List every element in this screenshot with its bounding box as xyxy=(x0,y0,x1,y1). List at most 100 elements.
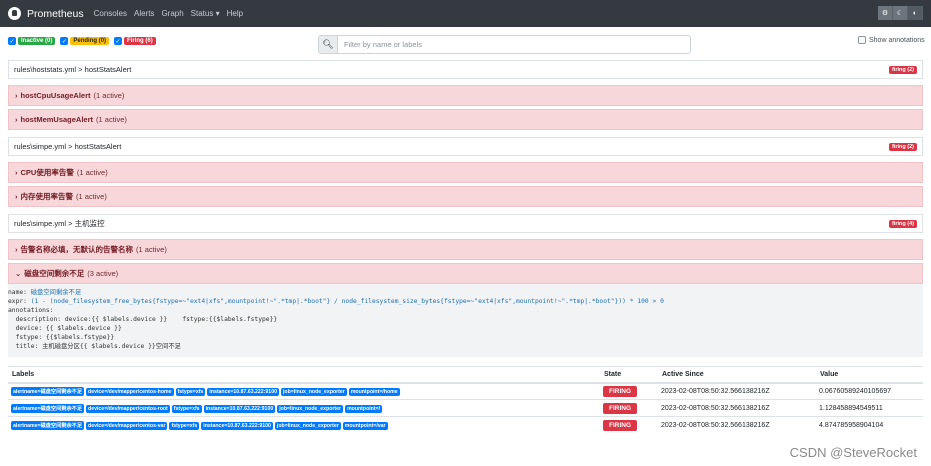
label-badge: job=linux_node_exporter xyxy=(274,421,341,430)
group-firing-badge: firing (2) xyxy=(889,65,917,74)
rule-expr-line: expr: (1 - (node_filesystem_free_bytes{f… xyxy=(8,298,664,305)
label-badge: device=/dev/mapper/centos-root xyxy=(86,404,170,413)
state-filters: ✓ Inactive (0) ✓ Pending (0) ✓ Firing (6… xyxy=(8,37,161,45)
rule-group-header: rules\simpe.yml > hostStatsAlert firing … xyxy=(8,137,923,156)
label-badge: instance=10.87.63.222:9100 xyxy=(203,404,276,413)
alert-rule-row[interactable]: › 内存使用率告警 (1 active) xyxy=(8,186,923,207)
alert-rule-name: 告警名称必填，无默认的告警名称 xyxy=(20,245,134,254)
value-cell: 0.06760589240105697 xyxy=(816,382,923,400)
show-annotations-checkbox[interactable] xyxy=(858,36,866,44)
pending-badge: Pending (0) xyxy=(70,37,110,45)
alert-rule-name: 内存使用率告警 xyxy=(20,192,74,201)
show-annotations-toggle[interactable]: Show annotations xyxy=(858,36,925,44)
pending-checkbox[interactable]: ✓ xyxy=(60,37,69,45)
firing-state-badge: FIRING xyxy=(603,385,638,397)
rule-group-header: rules\hoststats.yml > hostStatsAlert fir… xyxy=(8,60,923,79)
firing-checkbox[interactable]: ✓ xyxy=(114,37,123,45)
chevron-right-icon: › xyxy=(15,168,18,177)
group-firing-badge: firing (4) xyxy=(889,219,917,228)
search-input[interactable] xyxy=(338,35,691,54)
rule-annotation-line: title: 主机磁盘分区{{ $labels.device }}空间不足 xyxy=(8,343,181,350)
nav-alerts[interactable]: Alerts xyxy=(134,9,154,18)
rule-annotation-line: device: {{ $labels.device }} xyxy=(8,325,122,332)
alert-rule-count: (1 active) xyxy=(136,245,167,254)
state-cell: FIRING xyxy=(600,399,658,417)
header-active-since: Active Since xyxy=(658,366,816,384)
firing-state-badge: FIRING xyxy=(603,419,638,431)
alert-rule-count: (3 active) xyxy=(87,269,119,278)
label-badge: job=linux_node_exporter xyxy=(277,404,344,413)
search-icon[interactable]: 🔍︎ xyxy=(318,35,338,54)
active-since-cell: 2023-02-08T08:50:32.566138216Z xyxy=(658,382,816,400)
inactive-checkbox[interactable]: ✓ xyxy=(8,37,16,45)
state-cell: FIRING xyxy=(600,416,658,434)
gear-icon[interactable]: ⚙ xyxy=(878,6,893,20)
navbar: Prometheus Consoles Alerts Graph Status … xyxy=(0,0,931,27)
nav-graph[interactable]: Graph xyxy=(161,9,183,18)
watermark: CSDN @SteveRocket xyxy=(789,445,917,460)
rule-annotation-line: description: device:{{ $labels.device }}… xyxy=(8,316,278,323)
label-badge: job=linux_node_exporter xyxy=(280,387,347,396)
chevron-down-icon: ⌄ xyxy=(15,269,22,278)
alert-rule-row[interactable]: › CPU使用率告警 (1 active) xyxy=(8,162,923,183)
firing-badge: Firing (6) xyxy=(124,37,156,45)
theme-switcher: ⚙ ☾ ◐ xyxy=(878,6,923,20)
rule-group-path: rules\simpe.yml > 主机监控 xyxy=(14,219,105,228)
label-badge: instance=10.87.63.222:9100 xyxy=(207,387,279,396)
show-annotations-label: Show annotations xyxy=(869,36,925,44)
prometheus-logo-icon xyxy=(8,7,21,20)
alert-rule-name: 磁盘空间剩余不足 xyxy=(24,269,85,278)
alert-rule-name: hostMemUsageAlert xyxy=(20,115,94,124)
active-since-cell: 2023-02-08T08:50:32.566138216Z xyxy=(658,416,816,434)
alerts-table: Labels State Active Since Value alertnam… xyxy=(8,366,923,434)
table-row: alertname=磁盘空间剩余不足 device=/dev/mapper/cen… xyxy=(8,399,923,417)
labels-cell: alertname=磁盘空间剩余不足 device=/dev/mapper/cen… xyxy=(8,399,600,417)
alert-rule-name: hostCpuUsageAlert xyxy=(20,91,91,100)
rule-definition: name: 磁盘空间剩余不足 expr: (1 - (node_filesyste… xyxy=(8,284,923,357)
alert-rule-count: (1 active) xyxy=(93,91,125,100)
state-cell: FIRING xyxy=(600,382,658,400)
rule-group-path: rules\simpe.yml > hostStatsAlert xyxy=(14,142,122,151)
brand-title: Prometheus xyxy=(27,7,84,20)
rule-expr-link[interactable]: (1 - (node_filesystem_free_bytes{fstype=… xyxy=(31,298,664,305)
alert-rule-count: (1 active) xyxy=(96,115,127,124)
chevron-right-icon: › xyxy=(15,245,18,254)
table-header-row: Labels State Active Since Value xyxy=(8,366,923,384)
rule-group-header: rules\simpe.yml > 主机监控 firing (4) xyxy=(8,214,923,233)
label-badge: device=/dev/mapper/centos-var xyxy=(86,421,168,430)
rule-name-link[interactable]: 磁盘空间剩余不足 xyxy=(31,289,81,296)
alert-rule-row[interactable]: › hostCpuUsageAlert (1 active) xyxy=(8,85,923,106)
rule-name-line: name: 磁盘空间剩余不足 xyxy=(8,289,82,296)
rule-annotation-line: annotations: xyxy=(8,307,54,314)
rule-group-path: rules\hoststats.yml > hostStatsAlert xyxy=(14,65,132,74)
alert-rule-row-expanded[interactable]: ⌄ 磁盘空间剩余不足 (3 active) xyxy=(8,263,923,284)
alert-rule-name: CPU使用率告警 xyxy=(20,168,74,177)
label-badge: alertname=磁盘空间剩余不足 xyxy=(11,420,85,430)
table-row: alertname=磁盘空间剩余不足 device=/dev/mapper/cen… xyxy=(8,382,923,400)
chevron-right-icon: › xyxy=(15,192,18,201)
label-badge: instance=10.87.63.222:9100 xyxy=(201,421,273,430)
alert-rule-row[interactable]: › 告警名称必填，无默认的告警名称 (1 active) xyxy=(8,239,923,260)
value-cell: 4.874785958904104 xyxy=(816,416,923,434)
nav-consoles[interactable]: Consoles xyxy=(94,9,127,18)
rule-annotation-line: fstype: {{$labels.fstype}} xyxy=(8,334,115,341)
brand[interactable]: Prometheus xyxy=(8,7,84,20)
inactive-badge: Inactive (0) xyxy=(18,37,56,45)
nav-status[interactable]: Status ▾ xyxy=(191,9,220,18)
label-badge: alertname=磁盘空间剩余不足 xyxy=(11,403,85,413)
firing-state-badge: FIRING xyxy=(603,402,638,414)
alert-rule-count: (1 active) xyxy=(76,168,108,177)
active-since-cell: 2023-02-08T08:50:32.566138216Z xyxy=(658,399,816,417)
label-badge: mountpoint=/var xyxy=(342,421,388,430)
chevron-right-icon: › xyxy=(15,115,18,124)
header-state: State xyxy=(600,366,658,384)
nav-help[interactable]: Help xyxy=(227,9,243,18)
alert-rule-row[interactable]: › hostMemUsageAlert (1 active) xyxy=(8,109,923,130)
labels-cell: alertname=磁盘空间剩余不足 device=/dev/mapper/cen… xyxy=(8,382,600,400)
contrast-icon[interactable]: ◐ xyxy=(908,6,923,20)
alert-rule-count: (1 active) xyxy=(76,192,107,201)
chevron-right-icon: › xyxy=(15,91,18,100)
label-badge: fstype=xfs xyxy=(175,387,206,396)
header-value: Value xyxy=(816,366,923,384)
moon-icon[interactable]: ☾ xyxy=(893,6,908,20)
